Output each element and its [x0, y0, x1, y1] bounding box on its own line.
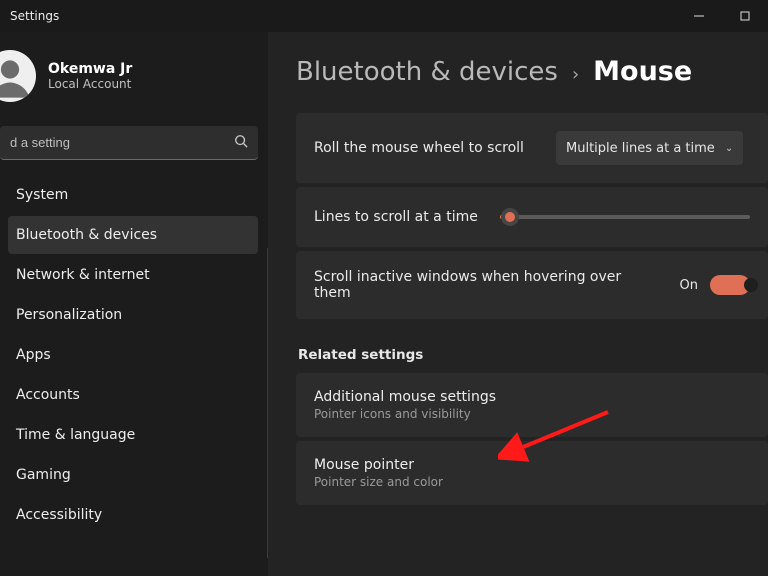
window-title: Settings — [10, 9, 59, 23]
slider-thumb[interactable] — [501, 208, 519, 226]
nav-list: System Bluetooth & devices Network & int… — [0, 172, 268, 538]
breadcrumb: Bluetooth & devices › Mouse — [296, 56, 768, 87]
nav-item-accessibility[interactable]: Accessibility — [8, 496, 258, 534]
nav-item-accounts[interactable]: Accounts — [8, 376, 258, 414]
nav-item-network-internet[interactable]: Network & internet — [8, 256, 258, 294]
setting-roll-wheel: Roll the mouse wheel to scroll Multiple … — [296, 113, 768, 183]
profile-name: Okemwa Jr — [48, 61, 132, 77]
toggle-state-label: On — [680, 278, 698, 293]
setting-lines-scroll: Lines to scroll at a time — [296, 187, 768, 247]
minimize-button[interactable] — [676, 0, 722, 32]
nav-item-system[interactable]: System — [8, 176, 258, 214]
linkcard-subtitle: Pointer icons and visibility — [314, 407, 750, 421]
setting-scroll-inactive: Scroll inactive windows when hovering ov… — [296, 251, 768, 319]
scroll-inactive-toggle[interactable] — [710, 275, 750, 295]
avatar — [0, 50, 36, 102]
sidebar: Okemwa Jr Local Account System Bluetooth… — [0, 32, 268, 576]
setting-label: Scroll inactive windows when hovering ov… — [314, 269, 654, 301]
titlebar: Settings — [0, 0, 768, 32]
linkcard-title: Mouse pointer — [314, 457, 750, 473]
nav-item-bluetooth-devices[interactable]: Bluetooth & devices — [8, 216, 258, 254]
search-box[interactable] — [0, 126, 258, 160]
main-pane: Bluetooth & devices › Mouse Roll the mou… — [268, 32, 768, 576]
setting-label: Lines to scroll at a time — [314, 209, 496, 225]
nav-item-apps[interactable]: Apps — [8, 336, 258, 374]
nav-item-gaming[interactable]: Gaming — [8, 456, 258, 494]
link-mouse-pointer[interactable]: Mouse pointer Pointer size and color — [296, 441, 768, 505]
chevron-right-icon: › — [572, 64, 579, 85]
setting-label: Roll the mouse wheel to scroll — [314, 140, 556, 156]
roll-wheel-dropdown[interactable]: Multiple lines at a time ⌄ — [556, 131, 743, 165]
linkcard-title: Additional mouse settings — [314, 389, 750, 405]
dropdown-value: Multiple lines at a time — [566, 141, 715, 156]
search-icon — [234, 134, 248, 152]
maximize-button[interactable] — [722, 0, 768, 32]
related-heading: Related settings — [298, 347, 768, 363]
profile-account-type: Local Account — [48, 77, 132, 91]
chevron-down-icon: ⌄ — [725, 143, 733, 154]
profile-block[interactable]: Okemwa Jr Local Account — [0, 32, 268, 120]
link-additional-mouse-settings[interactable]: Additional mouse settings Pointer icons … — [296, 373, 768, 437]
linkcard-subtitle: Pointer size and color — [314, 475, 750, 489]
lines-slider[interactable] — [500, 215, 750, 219]
search-input[interactable] — [0, 126, 258, 160]
breadcrumb-leaf: Mouse — [593, 56, 692, 87]
nav-item-personalization[interactable]: Personalization — [8, 296, 258, 334]
breadcrumb-parent[interactable]: Bluetooth & devices — [296, 57, 558, 87]
nav-item-time-language[interactable]: Time & language — [8, 416, 258, 454]
toggle-knob — [744, 278, 758, 292]
